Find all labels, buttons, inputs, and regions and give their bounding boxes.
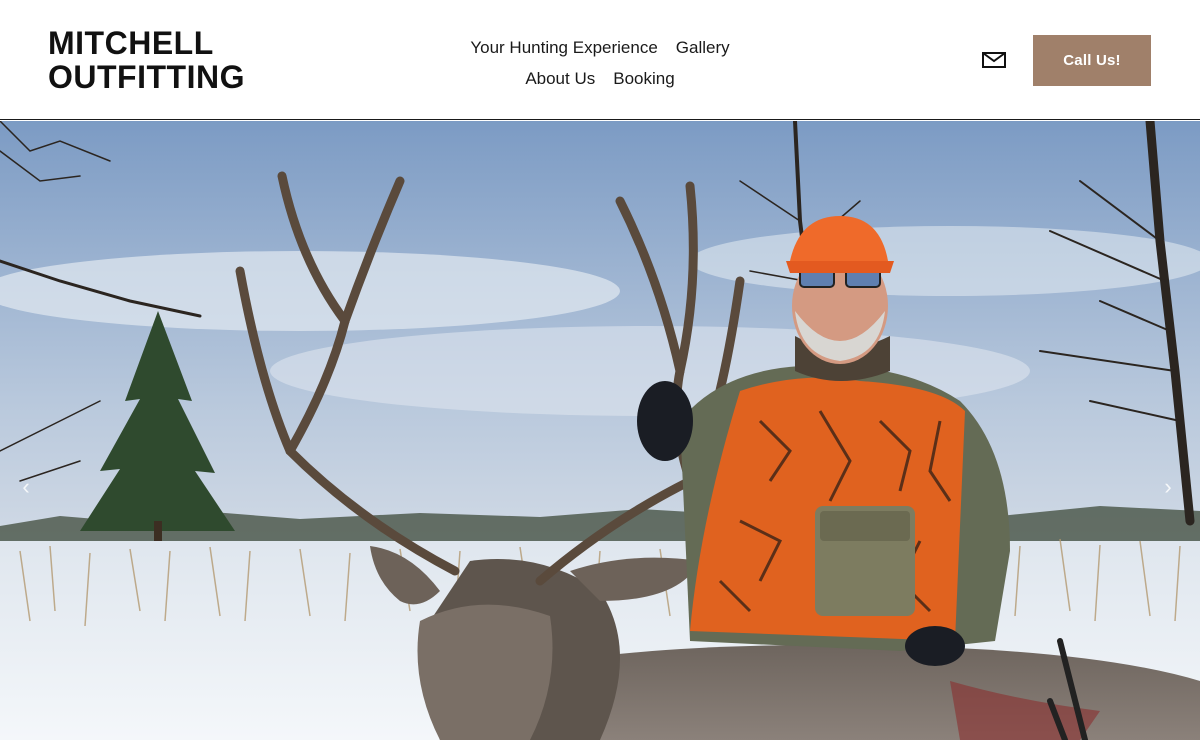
call-us-button[interactable]: Call Us! <box>1033 35 1151 86</box>
nav-booking[interactable]: Booking <box>613 69 674 88</box>
main-nav: Your Hunting Experience Gallery About Us B… <box>440 32 760 94</box>
logo-line-2: OUTFITTING <box>48 59 245 95</box>
nav-row-2: About Us Booking <box>440 63 760 94</box>
nav-about-us[interactable]: About Us <box>525 69 595 88</box>
hunter-with-mule-deer-photo <box>0 121 1200 740</box>
nav-gallery[interactable]: Gallery <box>676 38 730 57</box>
hero-image: ‹ › <box>0 121 1200 740</box>
chevron-left-icon[interactable]: ‹ <box>12 473 40 501</box>
nav-your-hunting-experience[interactable]: Your Hunting Experience <box>470 38 657 57</box>
logo-line-1: MITCHELL <box>48 25 214 61</box>
chevron-right-icon[interactable]: › <box>1154 473 1182 501</box>
site-header: MITCHELL OUTFITTING Your Hunting Experie… <box>0 0 1200 120</box>
nav-row-1: Your Hunting Experience Gallery <box>440 32 760 63</box>
site-logo[interactable]: MITCHELL OUTFITTING <box>48 26 245 94</box>
envelope-icon[interactable] <box>982 52 1006 68</box>
